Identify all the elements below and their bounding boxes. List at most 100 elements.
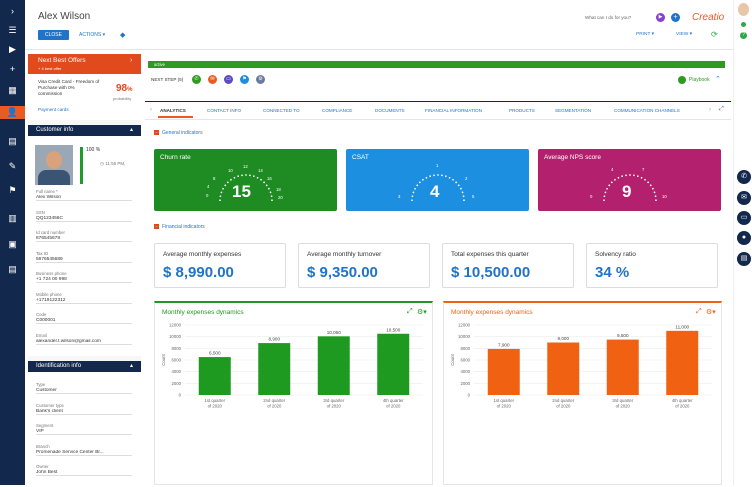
field-email[interactable]: Email alexander.t.wilson@gmail.com — [36, 333, 132, 345]
user-avatar[interactable] — [738, 3, 749, 16]
stage-bar[interactable]: active — [148, 61, 725, 68]
x-tick-label: of 2020 — [267, 404, 282, 409]
view-button[interactable]: VIEW ▾ — [676, 32, 692, 37]
bar[interactable] — [487, 348, 520, 395]
call-icon[interactable]: ✆ — [192, 75, 201, 84]
tab-contact-info[interactable]: CONTACT INFO — [207, 108, 241, 113]
feed-icon[interactable]: ▤ — [737, 252, 751, 266]
settings-step-icon[interactable]: ⚙ — [256, 75, 265, 84]
book-icon[interactable]: ▥ — [5, 212, 20, 225]
bar[interactable] — [258, 343, 291, 395]
notification-icon[interactable]: ● — [737, 231, 751, 245]
tab-products[interactable]: PRODUCTS — [509, 108, 535, 113]
phone-icon[interactable]: ✆ — [737, 170, 751, 184]
help-icon[interactable]: ? — [740, 32, 747, 39]
play-icon[interactable]: ▶ — [5, 43, 20, 56]
add-icon[interactable]: + — [671, 13, 680, 22]
field-code[interactable]: Code C000001 — [36, 312, 132, 324]
field-segment[interactable]: Segment VIP — [36, 423, 132, 435]
add-icon[interactable]: + — [5, 63, 20, 76]
payment-cards-link[interactable]: Payment cards — [38, 107, 69, 112]
y-tick-label: 8000 — [460, 346, 470, 351]
field-full-name[interactable]: Full name * Alex Wilson — [36, 189, 132, 201]
field-mobile-phone[interactable]: Mobile phone +1719122312 — [36, 292, 132, 304]
task-step-icon[interactable]: ⚑ — [240, 75, 249, 84]
chat-icon[interactable]: ▣ — [5, 238, 20, 251]
tab-financial-information[interactable]: FINANCIAL INFORMATION — [425, 108, 482, 113]
collapse-financial-icon[interactable]: − — [154, 224, 159, 229]
offer-item[interactable]: Visa Credit Card - Freedom of Purchase w… — [38, 79, 100, 97]
field-id-card-number[interactable]: Id card number 876545678 — [36, 230, 132, 242]
field-type[interactable]: Type Customer — [36, 382, 132, 394]
field-label: Customer type — [36, 402, 64, 408]
collapse-general-icon[interactable]: − — [154, 130, 159, 135]
building-icon[interactable]: ▦ — [5, 84, 20, 97]
field-value[interactable]: alexander.t.wilson@gmail.com — [36, 339, 132, 344]
offers-next-icon[interactable]: › — [130, 57, 132, 64]
playbook-link[interactable]: Playbook — [689, 77, 710, 83]
field-ssn[interactable]: SSN QQ123456C — [36, 210, 132, 222]
general-indicators-title[interactable]: General indicators — [162, 130, 203, 136]
chat-step-icon[interactable]: ▭ — [224, 75, 233, 84]
bar-value-label: 10,500 — [386, 327, 400, 332]
contacts-icon[interactable]: 👤 — [0, 106, 25, 119]
customer-info-header[interactable]: Customer info ▴ — [28, 125, 141, 136]
bar[interactable] — [547, 342, 580, 396]
actions-button[interactable]: ACTIONS ▾ — [79, 32, 105, 38]
collapse-chevron-icon[interactable]: ⌃ — [715, 75, 721, 83]
tab-communication-channels[interactable]: COMMUNICATION CHANNELS — [614, 108, 680, 113]
kpi-value: $ 10,500.00 — [451, 264, 531, 281]
email-icon[interactable]: ✉ — [737, 191, 751, 205]
tab-compliance[interactable]: COMPLIANCE — [322, 108, 352, 113]
tabs-prev-icon[interactable]: ‹ — [150, 107, 152, 113]
contact-photo[interactable] — [35, 145, 73, 185]
bar[interactable] — [198, 357, 231, 395]
field-value[interactable]: +1 724 00 998 — [36, 277, 132, 282]
report-icon[interactable]: ▤ — [5, 263, 20, 276]
field-value[interactable]: Promenade Service Center Br... — [36, 450, 132, 455]
refresh-icon[interactable]: ⟳ — [711, 30, 718, 39]
identification-info-header[interactable]: Identification info ▴ — [28, 361, 141, 372]
field-branch[interactable]: Branch Promenade Service Center Br... — [36, 444, 132, 456]
tag-icon[interactable]: ◆ — [120, 31, 125, 39]
x-tick-label: 1st quarter — [204, 398, 225, 403]
y-axis-label: Count — [161, 353, 166, 365]
field-tax-id[interactable]: Tax ID 5676545689 — [36, 251, 132, 263]
x-tick-label: of 2020 — [497, 404, 512, 409]
email-step-icon[interactable]: ✉ — [208, 75, 217, 84]
collapse-chevron-icon[interactable]: › — [5, 5, 20, 18]
gauge-value: 9 — [622, 182, 632, 201]
field-customer-type[interactable]: Customer type Bank's client — [36, 403, 132, 415]
field-label: Tax ID — [36, 250, 49, 256]
y-tick-label: 12000 — [458, 323, 471, 328]
video-icon[interactable]: ▶ — [656, 13, 665, 22]
edit-icon[interactable]: ✎ — [5, 160, 20, 173]
field-owner[interactable]: Owner John Best — [36, 464, 132, 476]
tab-segmentation[interactable]: SEGMENTATION — [555, 108, 591, 113]
playbook-icon[interactable] — [678, 76, 686, 84]
print-button[interactable]: PRINT ▾ — [636, 32, 654, 37]
bar[interactable] — [666, 330, 699, 395]
close-button[interactable]: CLOSE — [38, 30, 69, 40]
y-axis-label: Count — [450, 353, 455, 365]
flag-icon[interactable]: ⚑ — [5, 184, 20, 197]
tab-documents[interactable]: DOCUMENTS — [375, 108, 405, 113]
bar[interactable] — [606, 339, 639, 395]
bar[interactable] — [317, 336, 350, 395]
gauge-tick: 8 — [213, 176, 216, 181]
document-icon[interactable]: ▤ — [5, 135, 20, 148]
tab-connected-to[interactable]: CONNECTED TO — [263, 108, 300, 113]
field-business-phone[interactable]: Business phone +1 724 00 998 — [36, 271, 132, 283]
x-tick-label: 3rd quarter — [612, 398, 634, 403]
tab-analytics[interactable]: ANALYTICS — [160, 108, 186, 113]
bar[interactable] — [377, 333, 410, 395]
field-value[interactable]: +1719122312 — [36, 298, 132, 303]
search-input[interactable]: What can I do for you? — [585, 15, 631, 20]
menu-icon[interactable]: ☰ — [5, 24, 20, 37]
expand-icon[interactable]: ⤢ — [719, 106, 724, 113]
tabs-next-icon[interactable]: › — [709, 107, 711, 113]
gauge-tick: 14 — [258, 168, 263, 173]
message-icon[interactable]: ▭ — [737, 211, 751, 225]
financial-indicators-title[interactable]: Financial indicators — [162, 224, 205, 230]
field-value[interactable]: John Best — [36, 470, 132, 475]
